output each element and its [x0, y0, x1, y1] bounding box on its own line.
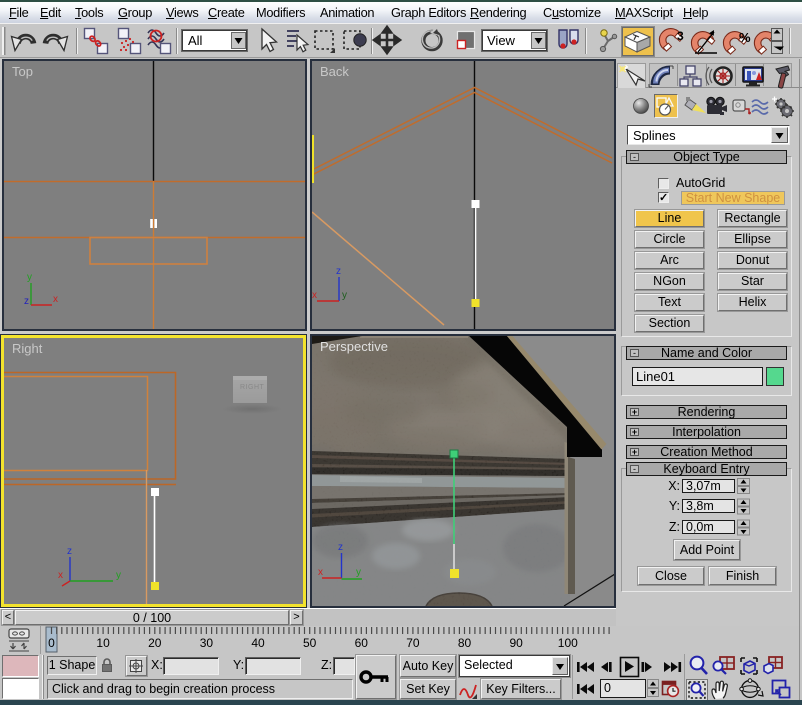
svg-text:x: x	[58, 570, 63, 581]
svg-text:%: %	[739, 30, 751, 45]
svg-text:3: 3	[677, 29, 684, 43]
svg-text:y: y	[342, 290, 347, 301]
svg-text:z: z	[338, 542, 343, 553]
svg-text:z: z	[24, 296, 29, 307]
svg-text:x: x	[53, 294, 58, 305]
svg-text:y: y	[116, 570, 121, 581]
svg-text:x: x	[318, 567, 323, 578]
svg-text:y: y	[356, 567, 361, 578]
svg-text:All: All	[188, 33, 203, 48]
svg-text:z: z	[336, 266, 341, 277]
svg-text:View: View	[487, 33, 516, 48]
svg-text:z: z	[67, 546, 72, 557]
svg-text:x: x	[312, 290, 317, 301]
svg-text:y: y	[27, 272, 32, 283]
